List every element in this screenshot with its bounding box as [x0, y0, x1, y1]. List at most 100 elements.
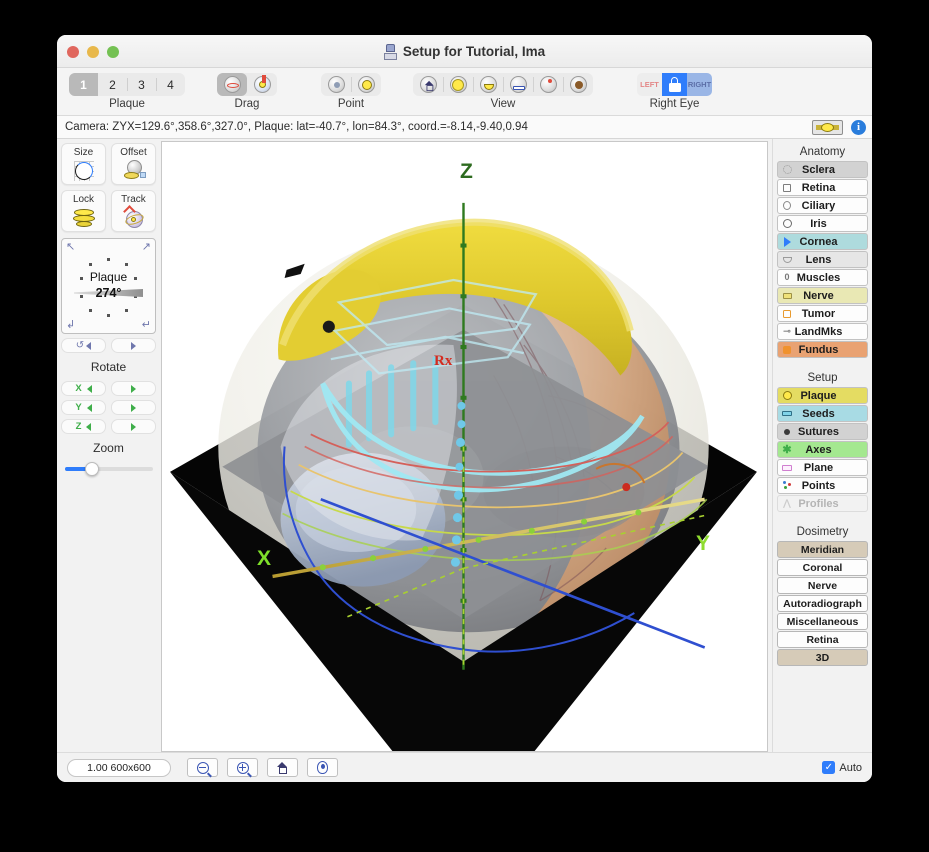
arrow-up-right-icon[interactable]: ↗ [142, 242, 151, 253]
home-icon[interactable] [267, 758, 298, 777]
arrow-down-left-icon[interactable]: ↲ [66, 320, 75, 331]
rotate-z-increase-button[interactable] [111, 419, 156, 434]
dosimetry-button-miscellaneous[interactable]: Miscellaneous [777, 613, 868, 630]
anatomy-button-sclera[interactable]: Sclera [777, 161, 868, 178]
right-eye-button[interactable]: RIGHT [687, 73, 712, 96]
plaque-button-3[interactable]: 3 [127, 73, 156, 96]
anatomy-button-fundus[interactable]: Fundus [777, 341, 868, 358]
dial-title: Plaque [89, 270, 128, 284]
axes-icon: ✱ [782, 443, 792, 456]
arrow-up-left-icon[interactable]: ↖ [66, 242, 75, 253]
rotate-row-y: Y [61, 400, 156, 415]
scale-field[interactable]: 1.00 600x600 [67, 758, 171, 777]
rotate-y-increase-button[interactable] [111, 400, 156, 415]
z-axis-label: Z [460, 160, 473, 183]
toolbar-label-eye: Right Eye [649, 98, 700, 110]
anatomy-button-retina[interactable]: Retina [777, 179, 868, 196]
eye-plaque-3d-render [170, 202, 757, 751]
auto-checkbox-wrap[interactable]: ✓ Auto [822, 761, 862, 774]
plaque-offset-label: Offset [120, 147, 147, 158]
drag-plaque-icon[interactable] [247, 73, 277, 96]
setup-button-points[interactable]: Points [777, 477, 868, 494]
lens-icon [781, 252, 793, 267]
point-segmented[interactable] [321, 73, 381, 96]
arrow-return-icon[interactable]: ↵ [142, 320, 151, 331]
plaque-number-segmented[interactable]: 1 2 3 4 [69, 73, 185, 96]
play-icon[interactable] [111, 338, 156, 353]
view-light-icon[interactable] [443, 73, 473, 96]
drag-segmented[interactable] [217, 73, 277, 96]
plaque-tool-row-1: Size Offset [61, 143, 156, 185]
plaque-button-2[interactable]: 2 [98, 73, 127, 96]
anatomy-button-cornea[interactable]: Cornea [777, 233, 868, 250]
setup-button-plane[interactable]: Plane [777, 459, 868, 476]
auto-checkbox[interactable]: ✓ [822, 761, 836, 774]
view-plaque-icon[interactable] [473, 73, 503, 96]
dosimetry-button-coronal[interactable]: Coronal [777, 559, 868, 576]
auto-label: Auto [839, 761, 862, 774]
view-plane-icon[interactable] [503, 73, 533, 96]
sclera-icon [781, 162, 793, 177]
dosimetry-button-nerve[interactable]: Nerve [777, 577, 868, 594]
view-fundus-icon[interactable] [563, 73, 593, 96]
view-segmented[interactable] [413, 73, 593, 96]
view-target-icon[interactable] [533, 73, 563, 96]
plaque-button-1[interactable]: 1 [69, 73, 98, 96]
anatomy-button-lens[interactable]: Lens [777, 251, 868, 268]
setup-button-seeds[interactable]: Seeds [777, 405, 868, 422]
anatomy-button-tumor[interactable]: Tumor [777, 305, 868, 322]
plaque-track-button[interactable]: Track [111, 190, 156, 232]
zoom-slider-thumb[interactable] [84, 462, 99, 476]
point-plaque-icon[interactable] [351, 73, 381, 96]
rotate-axis-y-label: Y [75, 402, 82, 413]
plaque-button-4[interactable]: 4 [156, 73, 185, 96]
eye-lock-icon[interactable] [662, 73, 687, 96]
setup-button-plaque[interactable]: Plaque [777, 387, 868, 404]
ciliary-icon [781, 198, 793, 213]
3d-viewport[interactable]: Z X Y Rx [161, 141, 768, 752]
point-marker-icon[interactable] [321, 73, 351, 96]
muscles-icon: 0 [784, 272, 790, 282]
dosimetry-button-retina[interactable]: Retina [777, 631, 868, 648]
anatomy-button-landmarks[interactable]: ⊸ LandMks [777, 323, 868, 340]
rx-label: Rx [434, 353, 453, 369]
setup-button-axes[interactable]: ✱ Axes [777, 441, 868, 458]
rotate-y-decrease-button[interactable]: Y [61, 400, 106, 415]
profiles-icon: ⋀ [783, 498, 791, 508]
right-control-panel: Anatomy Sclera Retina Ciliary Iris Corne… [772, 139, 872, 752]
eye-icon[interactable] [307, 758, 338, 777]
setup-section-title: Setup [807, 372, 838, 384]
view-home-icon[interactable] [413, 73, 443, 96]
anatomy-button-nerve[interactable]: Nerve [777, 287, 868, 304]
rotate-z-decrease-button[interactable]: Z [61, 419, 106, 434]
plaque-track-icon [121, 205, 147, 230]
drag-rotate-icon[interactable] [217, 73, 247, 96]
cycle-icon[interactable]: ↺ [61, 338, 106, 353]
zoom-slider[interactable] [64, 461, 153, 477]
app-window: Setup for Tutorial, Ima 1 2 3 4 Plaque D… [57, 35, 872, 782]
info-icon[interactable]: i [851, 119, 866, 135]
bottom-bar: 1.00 600x600 ✓ Auto [57, 752, 872, 782]
anatomy-section-title: Anatomy [799, 146, 846, 158]
setup-button-sutures[interactable]: Sutures [777, 423, 868, 440]
plaque-icon[interactable] [812, 119, 843, 135]
left-eye-button[interactable]: LEFT [637, 73, 662, 96]
dial-value: 274° [95, 286, 122, 300]
plaque-lock-button[interactable]: Lock [61, 190, 106, 232]
dosimetry-button-autoradiograph[interactable]: Autoradiograph [777, 595, 868, 612]
rotate-x-decrease-button[interactable]: X [61, 381, 106, 396]
zoom-in-icon[interactable] [227, 758, 258, 777]
eye-side-segmented[interactable]: LEFT RIGHT [637, 73, 712, 96]
plaque-size-button[interactable]: Size [61, 143, 106, 185]
anatomy-button-muscles[interactable]: 0 Muscles [777, 269, 868, 286]
dosimetry-button-meridian[interactable]: Meridian [777, 541, 868, 558]
anatomy-button-ciliary[interactable]: Ciliary [777, 197, 868, 214]
plaque-offset-icon [121, 159, 147, 183]
plaque-rotation-dial[interactable]: ↖ ↗ ↲ ↵ Plaque 274° [61, 238, 156, 334]
rotate-x-increase-button[interactable] [111, 381, 156, 396]
fundus-icon [781, 342, 793, 357]
zoom-out-icon[interactable] [187, 758, 218, 777]
dosimetry-button-3d[interactable]: 3D [777, 649, 868, 666]
plaque-offset-button[interactable]: Offset [111, 143, 156, 185]
anatomy-button-iris[interactable]: Iris [777, 215, 868, 232]
